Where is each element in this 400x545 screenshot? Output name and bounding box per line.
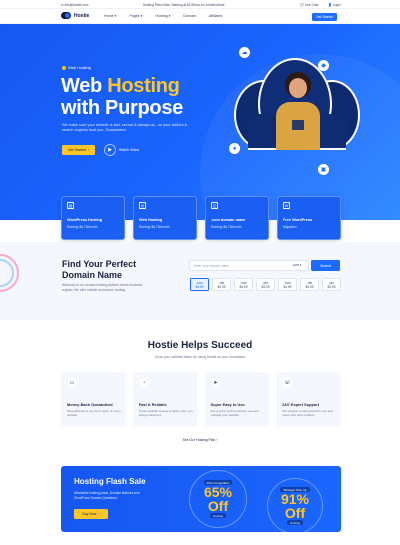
offer-badge-91: Strategic Plus Up 91% Off Hosting (267, 478, 323, 532)
dot-icon (62, 65, 66, 70)
offer-sub: Hosting (209, 513, 227, 518)
feature-title: 24/7 Expert Support (282, 402, 320, 407)
offer-badge-65: First Competition 65% Off Hosting (189, 470, 247, 528)
nav-item-pages[interactable]: Pages ▾ (129, 14, 142, 18)
database-icon: ▣ (318, 164, 329, 175)
speedometer-icon: ◔ (138, 378, 149, 388)
logo[interactable]: Hostie (61, 12, 89, 19)
domain-extension-select[interactable]: .com ▾ (292, 263, 301, 267)
logo-icon (61, 12, 71, 19)
hero-description: We make sure your website is fast, secur… (62, 123, 188, 133)
offer-value: 65% (203, 484, 233, 500)
buy-now-button[interactable]: Buy Now › (74, 509, 108, 519)
shield-icon: ◆ (318, 60, 329, 71)
features-list: ▭ Money-Back Guaranteed We guarantee if … (61, 372, 341, 427)
feature-title: Fast & Reliable (138, 402, 167, 407)
tld-item[interactable]: .net $4.99 (300, 278, 319, 291)
flash-sale-description: Affordable hosting plans. Domain feature… (74, 491, 140, 500)
domain-description: Welcome to our domain hosting platform w… (62, 283, 143, 292)
get-started-button[interactable]: Get Started (312, 12, 337, 21)
service-card-domain[interactable]: ◫ .com domain name Starting $6.79/month (205, 196, 269, 240)
cursor-icon: ➤ (210, 378, 221, 388)
feature-description: Get a quick control panel to use and man… (210, 409, 259, 417)
globe-icon: ◎ (139, 202, 146, 209)
card-title: Free WordPress (283, 218, 313, 222)
tld-item[interactable]: .pro $4.99 (322, 278, 341, 291)
card-subtitle: Starting $6.79/month (139, 225, 170, 229)
nav-item-hosting[interactable]: Hosting ▾ (155, 14, 170, 18)
brand-name: Hostie (74, 12, 90, 19)
hero-title: Web Hosting with Purpose (61, 75, 183, 119)
arrow-right-icon: › (216, 438, 218, 442)
lock-icon: ● (229, 143, 240, 154)
domain-search-input[interactable]: Enter your domain name (189, 260, 309, 271)
nav-item-home[interactable]: Home ▾ (104, 14, 116, 18)
hero-section: Web Hosting Web Hosting with Purpose We … (0, 24, 400, 220)
hero-get-started-button[interactable]: Get Started › (62, 145, 95, 155)
feature-card-fast: ◔ Fast & Reliable If your website is slo… (132, 372, 198, 427)
feature-card-support: ☏ 24/7 Expert Support Our experts contac… (276, 372, 341, 427)
card-subtitle: Starting $6.79/month (211, 225, 242, 229)
offer-off: Off (207, 498, 229, 514)
top-bar: ✉ info@hostie.com Hosting Flash Sale: St… (0, 0, 400, 9)
tld-item[interactable]: .net $4.99 (212, 278, 231, 291)
flash-sale-title: Hosting Flash Sale (74, 477, 146, 486)
tld-item[interactable]: .com $4.99 (278, 278, 297, 291)
main-nav: Hostie Home ▾ Pages ▾ Hosting ▾ Domain A… (0, 9, 400, 24)
domain-search-button[interactable]: Search (311, 260, 340, 271)
domain-icon: ◫ (211, 202, 218, 209)
support-icon: ☏ (282, 378, 293, 388)
tld-item[interactable]: .pro $4.99 (256, 278, 275, 291)
nav-item-domain[interactable]: Domain (183, 14, 195, 18)
service-card-free-wordpress[interactable]: W Free WordPress Migration (277, 196, 341, 240)
card-title: WordPress Hosting (67, 218, 103, 222)
person-image (276, 72, 320, 150)
feature-description: Our experts contact panel for use and so… (282, 409, 333, 417)
offer-value: 91% (280, 491, 310, 507)
features-subtitle: Grow your website faster by using Hostie… (154, 355, 246, 359)
watch-video-button[interactable]: ▶ Watch Video (104, 144, 139, 156)
domain-title: Find Your Perfect Domain Name (62, 259, 137, 280)
play-icon: ▶ (104, 144, 116, 156)
server-icon: ▤ (67, 202, 74, 209)
cloud-icon: ☁ (239, 47, 250, 58)
email-link[interactable]: ✉ info@hostie.com (61, 3, 88, 7)
hero-illustration (234, 58, 360, 150)
service-card-wordpress-hosting[interactable]: ▤ WordPress Hosting Starting $6.79/month (61, 196, 125, 240)
arrow-right-icon: › (98, 512, 100, 516)
hero-eyebrow: Web Hosting (62, 65, 91, 70)
flash-sale-banner: Hosting Flash Sale Affordable hosting pl… (61, 466, 341, 532)
live-chat-link[interactable]: 💬 Live Chat (300, 3, 318, 7)
decorative-rings (0, 254, 19, 292)
card-subtitle: Migration (283, 225, 297, 229)
tld-list: .com $4.99 .net $4.99 .info $4.99 .pro $4.99… (190, 278, 341, 291)
card-title: .com domain name (211, 218, 246, 222)
feature-description: If your website is slow or down, then yo… (138, 409, 193, 417)
feature-title: Money-Back Guaranteed (67, 402, 113, 407)
service-card-web-hosting[interactable]: ◎ Web Hosting Starting $6.79/month (133, 196, 197, 240)
wallet-icon: ▭ (67, 378, 77, 388)
arrow-right-icon: › (88, 148, 90, 152)
card-subtitle: Starting $6.79/month (67, 225, 98, 229)
card-title: Web Hosting (139, 218, 163, 222)
feature-description: We guarantee if you don't want, or every… (67, 409, 121, 417)
offer-off: Off (284, 505, 306, 521)
service-cards: ▤ WordPress Hosting Starting $6.79/month… (61, 196, 341, 240)
tld-item[interactable]: .info $4.99 (234, 278, 253, 291)
nav-item-affiliates[interactable]: Affiliates (209, 14, 223, 18)
promo-text: Hosting Flash Sale: Starting at $2.59/mo… (143, 2, 225, 7)
feature-card-money-back: ▭ Money-Back Guaranteed We guarantee if … (61, 372, 126, 427)
feature-card-easy: ➤ Super Easy to Use Get a quick control … (204, 372, 270, 427)
tld-item[interactable]: .com $4.99 (190, 278, 209, 291)
nav-menu: Home ▾ Pages ▾ Hosting ▾ Domain Affiliat… (104, 14, 222, 18)
login-link[interactable]: 👤 Login (328, 3, 341, 7)
see-plans-link[interactable]: See Our Hosting Plan › (0, 438, 400, 442)
feature-title: Super Easy to Use (210, 402, 245, 407)
offer-sub: Hosting (286, 520, 304, 525)
wordpress-icon: W (283, 202, 290, 209)
features-title: Hostie Helps Succeed (147, 340, 253, 351)
